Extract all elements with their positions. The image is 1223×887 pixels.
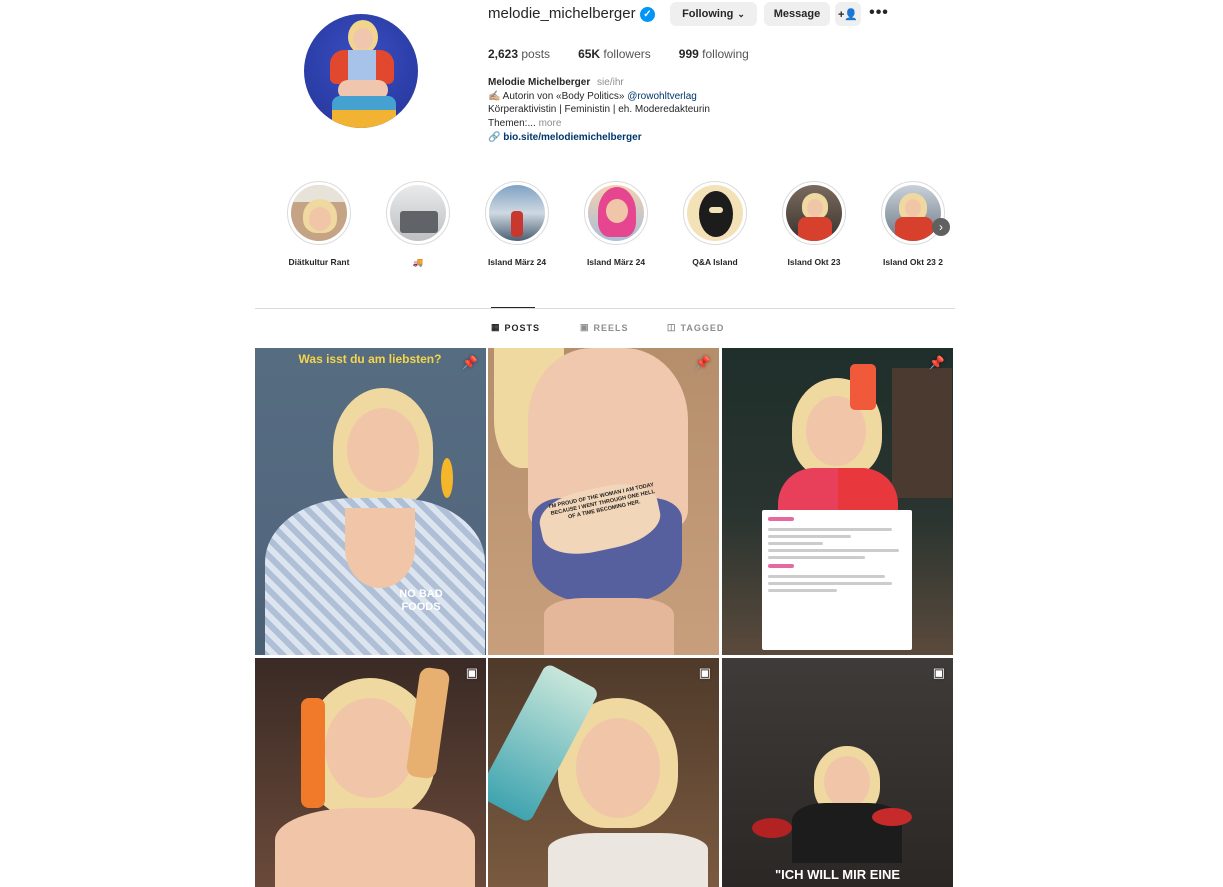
highlight-thumbnail (489, 185, 545, 241)
following-count: 999 (678, 47, 699, 61)
posts-label: posts (521, 47, 551, 61)
highlight-label: Q&A Island (692, 257, 738, 267)
avatar-face (353, 28, 373, 50)
verified-badge-icon: ✓ (640, 7, 655, 22)
pin-icon: 📌 (461, 355, 478, 370)
reel-caption: "ICH WILL MIR EINE (774, 867, 901, 882)
avatar-skirt (332, 96, 396, 128)
tagged-icon: ◫ (667, 322, 677, 332)
followers-count: 65K (578, 47, 601, 61)
link-icon: 🔗 (488, 132, 501, 143)
bio-name: Melodie Michelberger (488, 77, 591, 88)
highlights-next-button[interactable]: › (932, 218, 950, 236)
highlight-item[interactable]: Q&A Island (675, 181, 755, 267)
highlight-item[interactable]: Diätkultur Rant (279, 181, 359, 267)
reel-tile[interactable]: "ICH WILL MIR EINE ▣ (722, 658, 953, 887)
highlight-item[interactable]: Island März 24 (576, 181, 656, 267)
message-button[interactable]: Message (764, 2, 830, 26)
reels-icon: ▣ (580, 322, 590, 332)
tab-reels[interactable]: ▣ REELS (580, 322, 629, 333)
bio-mention-link[interactable]: @rowohltverlag (627, 91, 697, 102)
highlight-item[interactable]: Island März 24 (477, 181, 557, 267)
post-tile[interactable]: I'M PROUD OF THE WOMAN I AM TODAY BECAUS… (488, 348, 719, 655)
active-tab-indicator (491, 307, 535, 308)
tab-tagged[interactable]: ◫ TAGGED (667, 322, 724, 333)
bio-more-link[interactable]: more (539, 118, 562, 129)
following-stat[interactable]: 999 following (679, 47, 749, 61)
reels-icon: ▣ (698, 665, 711, 680)
highlight-label: Diätkultur Rant (288, 257, 350, 267)
comment-screenshot (762, 510, 912, 650)
reels-icon: ▣ (932, 665, 945, 680)
post-tile[interactable]: Was isst du am liebsten? NO BAD FOODS 📌 (255, 348, 486, 655)
bio-line2: Körperaktivistin | Feministin | eh. Mode… (488, 104, 710, 115)
highlight-thumbnail (885, 185, 941, 241)
highlight-thumbnail (291, 185, 347, 241)
avatar-top (330, 50, 394, 84)
post-caption: Was isst du am liebsten? (298, 352, 442, 366)
following-button[interactable]: Following ⌄ (670, 2, 757, 26)
chevron-down-icon: ⌄ (737, 8, 745, 19)
following-label: following (702, 47, 749, 61)
add-user-icon: +👤 (837, 8, 859, 21)
grid-icon: ▦ (491, 322, 501, 332)
reel-tile[interactable]: ▣ (488, 658, 719, 887)
highlight-label: Island Okt 23 (787, 257, 841, 267)
bio-line3: Themen:... (488, 117, 536, 129)
tab-tagged-label: TAGGED (680, 322, 725, 333)
bio-website-link[interactable]: bio.site/melodiemichelberger (503, 132, 641, 143)
followers-label: followers (603, 47, 651, 61)
highlight-label: 🚚 (412, 257, 424, 267)
reel-tile[interactable]: ▣ (255, 658, 486, 887)
highlight-label: Island Okt 23 2 (883, 257, 943, 267)
tab-posts[interactable]: ▦ POSTS (491, 322, 540, 333)
reels-icon: ▣ (465, 665, 478, 680)
posts-stat[interactable]: 2,623 posts (488, 47, 550, 61)
bio-line1: ✍🏼 Autorin von «Body Politics» (488, 90, 625, 102)
highlight-thumbnail (687, 185, 743, 241)
profile-avatar[interactable] (304, 14, 418, 128)
profile-stats: 2,623 posts 65K followers 999 following (488, 47, 777, 61)
pin-icon: 📌 (694, 355, 711, 370)
highlight-label: Island März 24 (487, 257, 547, 267)
followers-stat[interactable]: 65K followers (578, 47, 651, 61)
chevron-right-icon: › (939, 220, 943, 234)
tab-reels-label: REELS (593, 322, 629, 333)
bio-pronouns: sie/ihr (597, 77, 624, 88)
post-sign-text: NO BAD FOODS (399, 588, 443, 613)
profile-bio: Melodie Michelberger sie/ihr ✍🏼 Autorin … (488, 76, 710, 145)
tabs-divider (255, 308, 955, 309)
profile-username: melodie_michelberger (488, 5, 636, 22)
add-user-button[interactable]: +👤 (835, 2, 861, 26)
following-button-label: Following (682, 8, 734, 20)
highlight-item[interactable]: 🚚 (378, 181, 458, 268)
highlight-label: Island März 24 (586, 257, 646, 267)
pin-icon: 📌 (928, 355, 945, 370)
more-options-icon[interactable]: ••• (869, 4, 889, 22)
tab-posts-label: POSTS (504, 322, 541, 333)
posts-count: 2,623 (488, 47, 519, 61)
highlight-thumbnail (390, 185, 446, 241)
highlight-item[interactable]: Island Okt 23 (774, 181, 854, 267)
highlight-thumbnail (588, 185, 644, 241)
post-tile[interactable]: 📌 (722, 348, 953, 655)
highlight-thumbnail (786, 185, 842, 241)
